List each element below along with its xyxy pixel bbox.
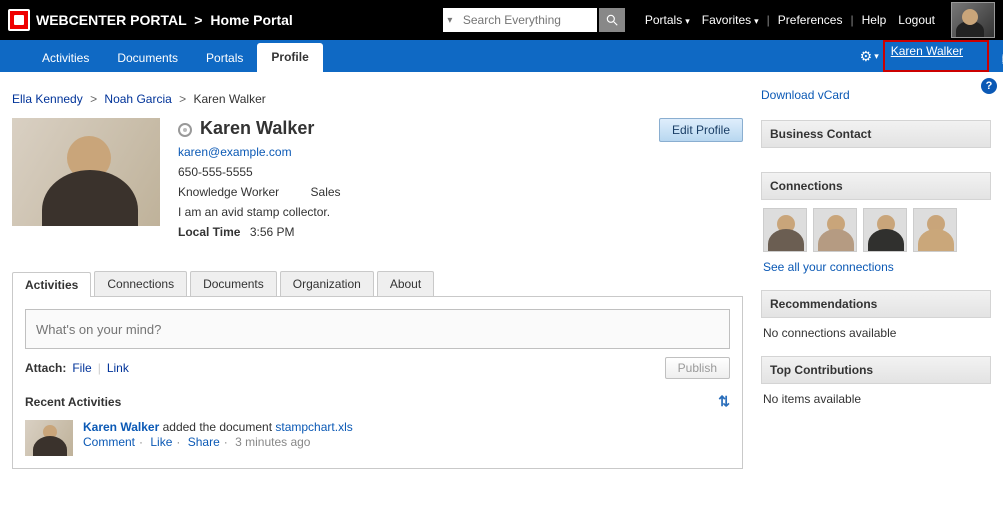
download-vcard-link[interactable]: Download vCard <box>761 88 991 102</box>
attach-file-link[interactable]: File <box>72 361 91 375</box>
tab-panel-activities: Attach: File | Link Publish Recent Activ… <box>12 297 743 469</box>
portals-menu[interactable]: Portals▾ <box>645 13 690 27</box>
brand-separator: > <box>194 12 202 28</box>
profile-tab-connections[interactable]: Connections <box>94 271 187 296</box>
connections-thumbnails <box>763 208 989 252</box>
nav-tab-portals[interactable]: Portals <box>192 44 257 72</box>
activity-timestamp: 3 minutes ago <box>235 435 310 449</box>
connection-avatar[interactable] <box>913 208 957 252</box>
profile-local-time: Local Time 3:56 PM <box>178 225 369 239</box>
logout-link[interactable]: Logout <box>898 13 935 27</box>
status-compose-input[interactable] <box>25 309 730 349</box>
global-links: Portals▾ Favorites▾ | Preferences | Help… <box>639 13 941 27</box>
favorites-menu[interactable]: Favorites▾ <box>702 13 759 27</box>
context-help-button[interactable]: ? <box>981 78 997 94</box>
recommendations-header: Recommendations <box>761 290 991 318</box>
profile-tab-documents[interactable]: Documents <box>190 271 277 296</box>
profile-tab-organization[interactable]: Organization <box>280 271 374 296</box>
activity-document-link[interactable]: stampchart.xls <box>275 420 352 434</box>
brand-logo-icon <box>8 9 30 31</box>
primary-nav: ActivitiesDocumentsPortalsProfile ⚙▾ Kar… <box>0 40 1003 72</box>
profile-header: Karen Walker karen@example.com 650-555-5… <box>12 118 743 239</box>
search-scope-dropdown[interactable]: ▾ <box>443 15 457 26</box>
refresh-icon[interactable]: ⇅ <box>718 393 730 410</box>
profile-photo <box>12 118 160 226</box>
profile-dept: Sales <box>311 185 341 199</box>
see-all-connections-link[interactable]: See all your connections <box>763 260 989 274</box>
activity-comment-link[interactable]: Comment <box>83 435 135 449</box>
presence-status-icon <box>178 123 192 137</box>
current-user-name-link[interactable]: Karen Walker <box>891 44 963 58</box>
activity-share-link[interactable]: Share <box>188 435 220 449</box>
gear-icon: ⚙ <box>860 48 873 65</box>
current-user-avatar[interactable] <box>951 2 995 38</box>
breadcrumb-current: Karen Walker <box>194 92 266 106</box>
activity-item: Karen Walker added the document stampcha… <box>25 420 730 456</box>
recent-activities-heading: Recent Activities <box>25 395 121 409</box>
top-contributions-body: No items available <box>761 384 991 422</box>
profile-name-heading: Karen Walker <box>178 118 369 139</box>
brand-sub: Home Portal <box>210 12 292 28</box>
connections-header: Connections <box>761 172 991 200</box>
nav-tab-documents[interactable]: Documents <box>103 44 192 72</box>
activity-action-text: added the document <box>163 420 272 434</box>
business-contact-header: Business Contact <box>761 120 991 148</box>
profile-phone: 650-555-5555 <box>178 165 369 179</box>
top-contributions-header: Top Contributions <box>761 356 991 384</box>
search-icon <box>605 13 619 27</box>
attach-link-link[interactable]: Link <box>107 361 129 375</box>
edit-profile-button[interactable]: Edit Profile <box>659 118 743 142</box>
search-box: ▾ <box>443 8 597 32</box>
breadcrumb-link-1[interactable]: Noah Garcia <box>104 92 171 106</box>
connection-avatar[interactable] <box>863 208 907 252</box>
publish-button[interactable]: Publish <box>665 357 730 379</box>
profile-tabs: ActivitiesConnectionsDocumentsOrganizati… <box>12 271 743 469</box>
nav-tab-activities[interactable]: Activities <box>28 44 103 72</box>
attach-label: Attach: <box>25 361 66 375</box>
breadcrumb-link-0[interactable]: Ella Kennedy <box>12 92 83 106</box>
global-header: WEBCENTER PORTAL > Home Portal ▾ Portals… <box>0 0 1003 40</box>
global-search: ▾ <box>443 8 625 32</box>
profile-bio: I am an avid stamp collector. <box>178 205 369 219</box>
activity-like-link[interactable]: Like <box>150 435 172 449</box>
profile-tab-activities[interactable]: Activities <box>12 272 91 297</box>
help-link[interactable]: Help <box>862 13 887 27</box>
preferences-link[interactable]: Preferences <box>778 13 843 27</box>
profile-role: Knowledge Worker <box>178 185 279 199</box>
profile-name: Karen Walker <box>200 118 314 139</box>
search-button[interactable] <box>599 8 625 32</box>
connection-avatar[interactable] <box>763 208 807 252</box>
connection-avatar[interactable] <box>813 208 857 252</box>
brand-title: WEBCENTER PORTAL > Home Portal <box>36 12 293 28</box>
profile-email[interactable]: karen@example.com <box>178 145 369 159</box>
settings-menu[interactable]: ⚙▾ <box>860 48 879 65</box>
nav-tab-profile[interactable]: Profile <box>257 43 322 72</box>
search-input[interactable] <box>457 9 597 31</box>
brand-main: WEBCENTER PORTAL <box>36 12 186 28</box>
breadcrumb: Ella Kennedy > Noah Garcia > Karen Walke… <box>12 92 743 106</box>
activity-user-avatar <box>25 420 73 456</box>
profile-role-row: Knowledge Worker Sales <box>178 185 369 199</box>
profile-tab-about[interactable]: About <box>377 271 434 296</box>
recommendations-body: No connections available <box>761 318 991 356</box>
user-link-highlight: Karen Walker ☟ <box>883 40 989 72</box>
activity-user-link[interactable]: Karen Walker <box>83 420 159 434</box>
